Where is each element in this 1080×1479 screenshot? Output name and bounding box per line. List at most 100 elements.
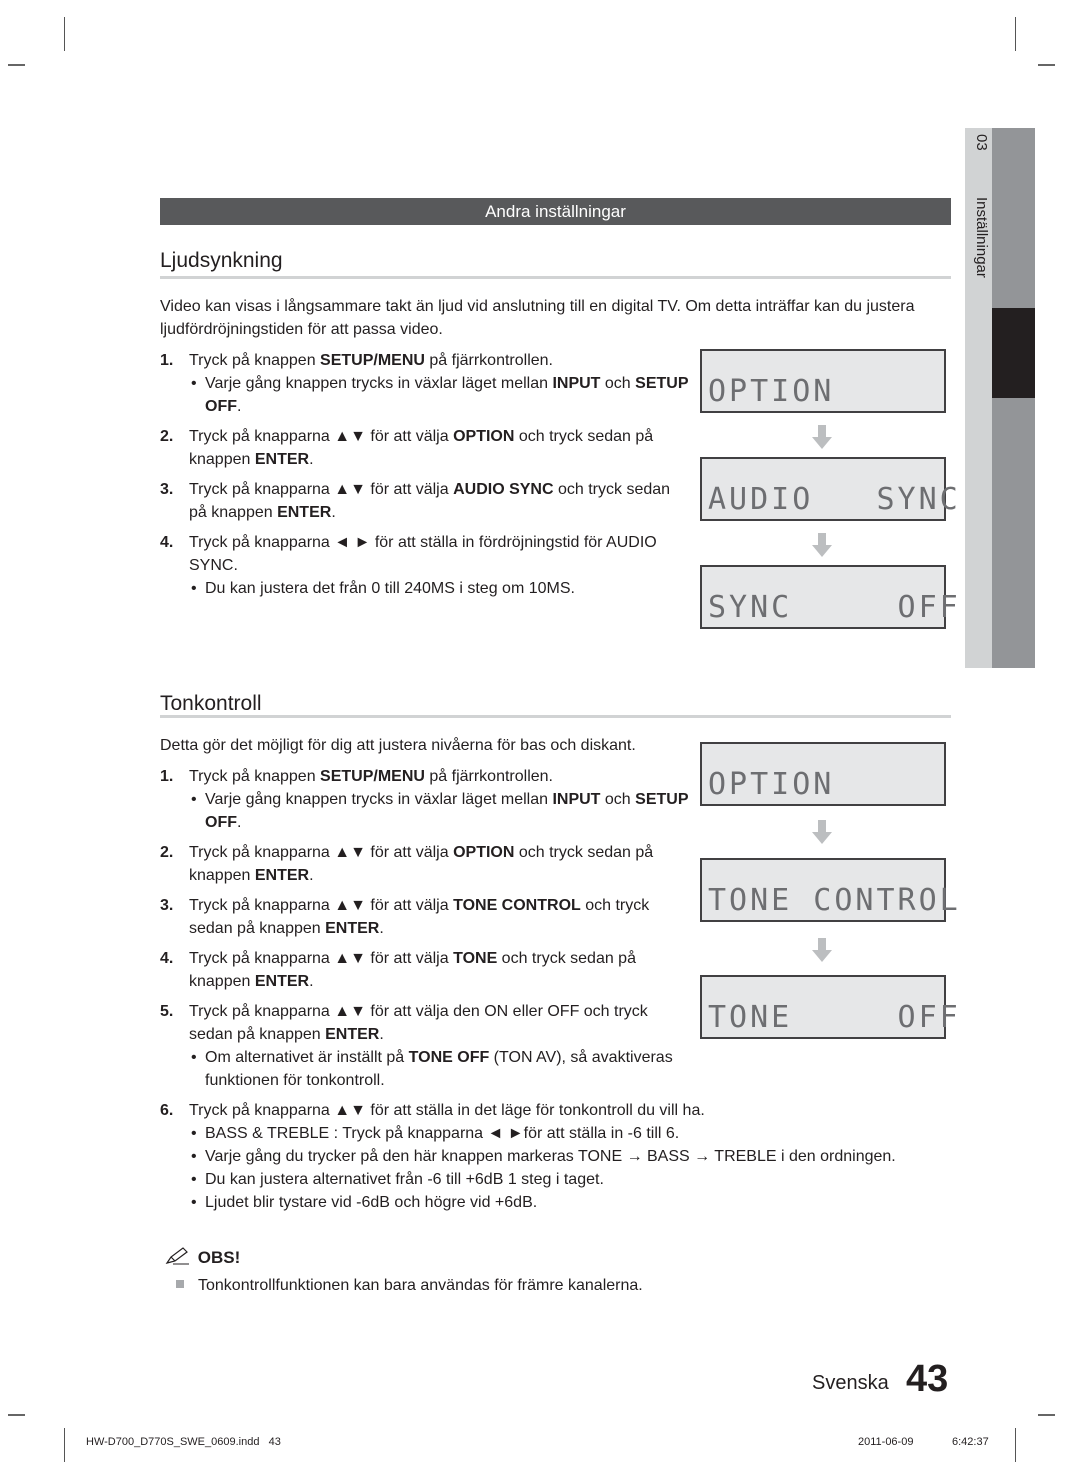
text-run: Tryck på knapparna ▲▼ för att välja	[189, 481, 454, 498]
text-run: Du kan justera alternativet från -6 till…	[205, 1171, 604, 1188]
step-item: 4. Tryck på knapparna ◄ ► för att ställa …	[160, 531, 690, 600]
emphasized-term: ENTER	[254, 867, 310, 884]
lcd-text: TONE OFF	[708, 1000, 961, 1035]
text-run: .	[237, 814, 242, 831]
step-number: 4.	[160, 534, 174, 551]
emphasized-term: SETUP/MENU	[320, 768, 425, 785]
emphasized-term: ENTER	[277, 504, 332, 521]
text-run: och	[600, 791, 636, 808]
step-number: 6.	[160, 1102, 174, 1119]
crop-mark	[1038, 64, 1055, 66]
step-text: Tryck på knapparna ◄ ► för att ställa in…	[189, 531, 690, 577]
note-heading: OBS!	[165, 1247, 240, 1268]
text-run: på fjärrkontrollen.	[424, 768, 553, 785]
ljud-steps: 1. Tryck på knappen SETUP/MENU på fjärrko…	[160, 349, 690, 607]
text-run: Tryck på knapparna ◄ ► för att ställa in…	[189, 534, 657, 574]
step-item: 1. Tryck på knappen SETUP/MENU på fjärrko…	[160, 349, 690, 418]
step-item: 2. Tryck på knapparna ▲▼ för att välja OP…	[160, 841, 695, 887]
step-bullet: Varje gång knappen trycks in växlar läge…	[189, 788, 695, 834]
chapter-title: Inställningar	[973, 196, 990, 278]
emphasized-term: OPTION	[453, 844, 515, 861]
step-number: 2.	[160, 844, 174, 861]
text-run: Ljudet blir tystare vid -6dB och högre v…	[205, 1194, 538, 1211]
text-run: och	[600, 375, 636, 392]
heading-rule	[160, 715, 951, 718]
lcd-text: AUDIO SYNC	[708, 482, 961, 517]
crop-mark	[1038, 1414, 1055, 1416]
arrow-down-icon	[812, 533, 832, 557]
step-text: Tryck på knappen SETUP/MENU på fjärrkont…	[189, 765, 695, 788]
text-run: Tryck på knapparna ▲▼ för att ställa in …	[189, 1102, 705, 1119]
page-language: Svenska	[812, 1372, 889, 1394]
step-bullet: BASS & TREBLE : Tryck på knapparna ◄ ►fö…	[189, 1122, 960, 1145]
note-label: OBS!	[197, 1248, 241, 1267]
note-text: Tonkontrollfunktionen kan bara användas …	[198, 1277, 643, 1294]
footer-filename: HW-D700_D770S_SWE_0609.indd 43	[86, 1436, 281, 1448]
step-text: Tryck på knapparna ▲▼ för att välja den …	[189, 1000, 695, 1046]
lcd-display: SYNC OFF	[700, 565, 961, 629]
lcd-text: OPTION	[708, 374, 835, 409]
footer-date: 2011-06-09	[858, 1436, 914, 1448]
crop-mark	[1015, 1428, 1016, 1462]
text-run: Tryck på knapparna ▲▼ för att välja	[189, 844, 454, 861]
step-bullet: Om alternativet är inställt på TONE OFF …	[189, 1046, 695, 1092]
text-run: Varje gång du trycker på den här knappen…	[205, 1148, 896, 1165]
emphasized-term: INPUT	[552, 791, 601, 808]
lcd-display: TONE OFF	[700, 975, 961, 1039]
emphasized-term: TONE OFF	[408, 1049, 490, 1066]
lcd-display: TONE CONTROL	[700, 858, 961, 922]
note-item: Tonkontrollfunktionen kan bara användas …	[176, 1277, 643, 1295]
emphasized-term: INPUT	[552, 375, 601, 392]
text-run: Tryck på knappen	[189, 768, 321, 785]
text-run: Varje gång knappen trycks in växlar läge…	[205, 375, 553, 392]
text-run: Tryck på knapparna ▲▼ för att välja den …	[189, 1003, 648, 1043]
ton-step-6: 6. Tryck på knapparna ▲▼ för att ställa i…	[160, 1099, 960, 1221]
step-item: 3. Tryck på knapparna ▲▼ för att välja AU…	[160, 478, 690, 524]
text-run: Tryck på knapparna ▲▼ för att välja	[189, 897, 454, 914]
lcd-text: OPTION	[708, 767, 835, 802]
text-run: BASS & TREBLE : Tryck på knapparna ◄ ►fö…	[205, 1125, 680, 1142]
emphasized-term: ENTER	[254, 973, 310, 990]
step-number: 5.	[160, 1003, 174, 1020]
step-item: 6. Tryck på knapparna ▲▼ för att ställa i…	[160, 1099, 960, 1214]
ljud-intro: Video kan visas i långsammare takt än lj…	[160, 298, 915, 338]
lcd-text: TONE CONTROL	[708, 883, 961, 918]
chapter-tab-bar	[992, 128, 1035, 668]
crop-mark	[1015, 17, 1016, 51]
arrow-down-icon	[812, 425, 832, 449]
arrow-down-icon	[812, 938, 832, 962]
ton-intro: Detta gör det möjligt för dig att juster…	[160, 737, 636, 754]
crop-mark	[8, 64, 25, 66]
text-run: .	[237, 398, 242, 415]
step-number: 1.	[160, 768, 174, 785]
emphasized-term: TONE	[453, 950, 498, 967]
lcd-display: AUDIO SYNC	[700, 457, 961, 521]
text-run: Om alternativet är inställt på	[205, 1049, 409, 1066]
crop-mark	[8, 1414, 25, 1416]
heading-ljudsynkning: Ljudsynkning	[160, 249, 283, 272]
text-run: .	[309, 973, 314, 990]
step-bullet: Du kan justera det från 0 till 240MS i s…	[189, 577, 690, 600]
emphasized-term: SETUP/MENU	[320, 352, 425, 369]
arrow-down-icon	[812, 820, 832, 844]
lcd-text: SYNC OFF	[708, 590, 961, 625]
text-run: på fjärrkontrollen.	[424, 352, 553, 369]
step-number: 3.	[160, 897, 174, 914]
step-bullet: Varje gång knappen trycks in växlar läge…	[189, 372, 690, 418]
emphasized-term: AUDIO SYNC	[453, 481, 554, 498]
text-run: .	[309, 451, 314, 468]
text-run: Tryck på knappen	[189, 352, 321, 369]
page-number: 43	[906, 1358, 949, 1400]
chapter-tab-active-marker	[992, 308, 1035, 398]
text-run: Du kan justera det från 0 till 240MS i s…	[205, 580, 575, 597]
emphasized-term: TONE CONTROL	[453, 897, 581, 914]
text-run: Tryck på knapparna ▲▼ för att välja	[189, 950, 454, 967]
step-bullet: Ljudet blir tystare vid -6dB och högre v…	[189, 1191, 960, 1214]
step-item: 5. Tryck på knapparna ▲▼ för att välja de…	[160, 1000, 695, 1092]
chapter-tab-label: 03 Inställningar	[966, 134, 990, 434]
square-bullet-icon	[176, 1280, 184, 1288]
chapter-number: 03	[973, 134, 990, 151]
lcd-display: OPTION	[700, 349, 946, 413]
step-text: Tryck på knappen SETUP/MENU på fjärrkont…	[189, 349, 690, 372]
emphasized-term: ENTER	[325, 1026, 380, 1043]
